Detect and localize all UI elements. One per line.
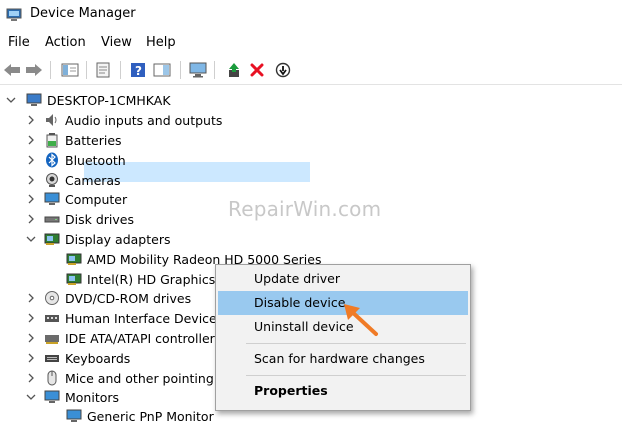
tree-item-mice[interactable]: Mice and other pointing d — [26, 368, 226, 388]
properties-sheet-icon[interactable] — [93, 60, 113, 80]
display-adapter-icon — [44, 231, 60, 247]
annotation-arrow-icon — [344, 304, 378, 336]
tree-item-monitors[interactable]: Monitors — [26, 387, 119, 407]
disk-drive-icon — [44, 211, 60, 227]
chevron-down-icon[interactable] — [6, 95, 16, 105]
back-arrow-icon[interactable] — [2, 60, 22, 80]
tree-item-bluetooth[interactable]: Bluetooth — [26, 150, 126, 170]
view-pane-icon[interactable] — [152, 60, 172, 80]
menu-action[interactable]: Action — [45, 35, 86, 50]
menu-view[interactable]: View — [101, 35, 132, 50]
chevron-right-icon[interactable] — [26, 155, 36, 165]
chevron-down-icon[interactable] — [26, 392, 36, 402]
menu-item-update-driver[interactable]: Update driver — [218, 267, 468, 291]
tree-item-display-adapters[interactable]: Display adapters — [26, 229, 170, 249]
tree-item-batteries[interactable]: Batteries — [26, 130, 122, 150]
menu-separator — [246, 375, 466, 376]
tree-item-disk-drives[interactable]: Disk drives — [26, 209, 134, 229]
computer-name: DESKTOP-1CMHKAK — [47, 92, 171, 108]
tree-item-computer[interactable]: Computer — [26, 189, 127, 209]
chevron-right-icon[interactable] — [26, 135, 36, 145]
forward-arrow-icon[interactable] — [24, 60, 44, 80]
tree-item-cameras[interactable]: Cameras — [26, 170, 121, 190]
display-adapter-icon — [66, 271, 82, 287]
chevron-right-icon[interactable] — [26, 115, 36, 125]
hid-icon — [44, 310, 60, 326]
menu-bar: File Action View Help — [0, 30, 622, 56]
display-adapter-icon — [66, 251, 82, 267]
menu-separator — [246, 343, 466, 344]
window-title: Device Manager — [30, 6, 136, 21]
chevron-right-icon[interactable] — [26, 194, 36, 204]
menu-file[interactable]: File — [8, 35, 30, 50]
uninstall-x-icon[interactable] — [247, 60, 267, 80]
device-manager-icon — [6, 8, 22, 22]
chevron-down-icon[interactable] — [26, 234, 36, 244]
tree-item-keyboards[interactable]: Keyboards — [26, 348, 130, 368]
ide-controller-icon — [44, 330, 60, 346]
tree-item-intel-graphics[interactable]: Intel(R) HD Graphics — [66, 269, 215, 289]
camera-icon — [44, 172, 60, 188]
chevron-right-icon[interactable] — [26, 373, 36, 383]
tree-item-generic-monitor[interactable]: Generic PnP Monitor — [66, 406, 214, 426]
chevron-right-icon[interactable] — [26, 214, 36, 224]
update-driver-icon[interactable] — [224, 60, 244, 80]
watermark: RepairWin.com — [228, 197, 382, 221]
monitor-icon — [44, 389, 60, 405]
toolbar: ? — [0, 56, 622, 85]
bluetooth-icon — [44, 152, 60, 168]
monitor-icon — [66, 408, 82, 424]
menu-item-properties[interactable]: Properties — [218, 379, 468, 403]
disable-device-icon[interactable] — [273, 60, 293, 80]
battery-icon — [44, 132, 60, 148]
title-bar: Device Manager — [0, 0, 622, 30]
chevron-right-icon[interactable] — [26, 333, 36, 343]
menu-help[interactable]: Help — [146, 35, 176, 50]
computer-icon — [26, 92, 42, 108]
speaker-icon — [44, 112, 60, 128]
monitor-icon — [44, 191, 60, 207]
chevron-right-icon[interactable] — [26, 175, 36, 185]
help-icon[interactable]: ? — [128, 60, 148, 80]
menu-item-scan-hardware[interactable]: Scan for hardware changes — [218, 347, 468, 371]
chevron-right-icon[interactable] — [26, 313, 36, 323]
mouse-icon — [44, 370, 60, 386]
tree-item-hid[interactable]: Human Interface Devices — [26, 308, 223, 328]
tree-item-ide-controllers[interactable]: IDE ATA/ATAPI controllers — [26, 328, 221, 348]
tree-item-dvd-drives[interactable]: DVD/CD-ROM drives — [26, 288, 191, 308]
keyboard-icon — [44, 350, 60, 366]
svg-text:?: ? — [135, 64, 142, 78]
chevron-right-icon[interactable] — [26, 293, 36, 303]
dvd-drive-icon — [44, 290, 60, 306]
tree-root[interactable]: DESKTOP-1CMHKAK — [6, 90, 171, 110]
show-hide-tree-icon[interactable] — [60, 60, 80, 80]
scan-hardware-icon[interactable] — [188, 60, 208, 80]
tree-item-audio[interactable]: Audio inputs and outputs — [26, 110, 222, 130]
chevron-right-icon[interactable] — [26, 353, 36, 363]
